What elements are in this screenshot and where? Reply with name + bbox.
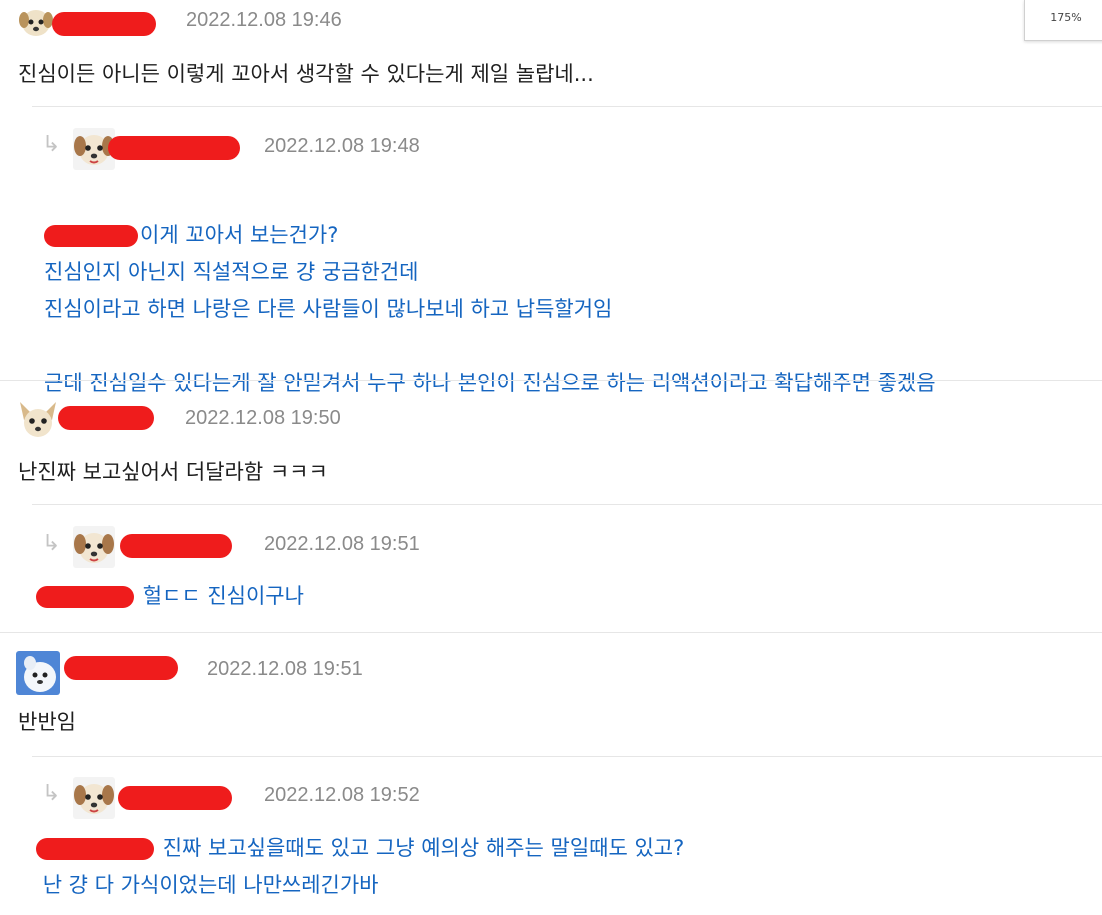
author-name-redacted[interactable]: [64, 656, 178, 680]
white-dog-avatar-icon[interactable]: [16, 651, 60, 695]
divider: [0, 380, 1102, 381]
comment-timestamp: 2022.12.08 19:52: [264, 784, 420, 806]
reply-text: 진짜 보고싶을때도 있고 그냥 예의상 해주는 말일때도 있고? 난 걍 다 가…: [36, 830, 684, 904]
reply-line: 헐ㄷㄷ 진심이구나: [142, 584, 304, 608]
reply-arrow-icon: ↳: [42, 781, 61, 806]
divider: [32, 504, 1102, 505]
reply-line: 진심이라고 하면 나랑은 다른 사람들이 많나보네 하고 납득할거임: [44, 297, 613, 321]
comment-text: 진심이든 아니든 이렇게 꼬아서 생각할 수 있다는게 제일 놀랍네...: [18, 62, 594, 86]
reply-arrow-icon: ↳: [42, 132, 61, 157]
reply-text: 이게 꼬아서 보는건가? 진심인지 아닌지 직설적으로 걍 궁금한건데 진심이라…: [44, 180, 936, 402]
comment-timestamp: 2022.12.08 19:48: [264, 135, 420, 157]
comment-text: 난진짜 보고싶어서 더달라함 ㅋㅋㅋ: [18, 460, 328, 484]
comment-timestamp: 2022.12.08 19:51: [264, 533, 420, 555]
comment-timestamp: 2022.12.08 19:46: [186, 9, 342, 31]
mention-redacted: [36, 838, 154, 860]
comment-timestamp: 2022.12.08 19:51: [207, 658, 363, 680]
reply-line: 진짜 보고싶을때도 있고 그냥 예의상 해주는 말일때도 있고?: [162, 836, 685, 860]
author-name-redacted[interactable]: [58, 406, 154, 430]
author-name-redacted[interactable]: [52, 12, 156, 36]
mention-redacted: [44, 225, 138, 247]
puppy-avatar-icon[interactable]: [73, 777, 115, 819]
reply-line: 이게 꼬아서 보는건가?: [140, 223, 339, 247]
reply-arrow-icon: ↳: [42, 531, 61, 556]
divider: [32, 756, 1102, 757]
author-name-redacted[interactable]: [120, 534, 232, 558]
author-name-redacted[interactable]: [118, 786, 232, 810]
reply-line: 난 걍 다 가식이었는데 나만쓰레긴가바: [42, 873, 379, 897]
author-name-redacted[interactable]: [108, 136, 240, 160]
reply-line: 진심인지 아닌지 직설적으로 걍 궁금한건데: [44, 260, 419, 284]
comment-text: 반반임: [18, 710, 76, 734]
reply-line: 근데 진심일수 있다는게 잘 안믿겨서 누구 하나 본인이 진심으로 하는 리액…: [44, 371, 936, 395]
divider: [32, 106, 1102, 107]
zoom-level-badge: 175%: [1024, 0, 1102, 41]
reply-text: 헐ㄷㄷ 진심이구나: [36, 578, 304, 615]
comment-timestamp: 2022.12.08 19:50: [185, 407, 341, 429]
puppy-avatar-icon[interactable]: [18, 4, 54, 40]
divider: [0, 632, 1102, 633]
puppy-avatar-icon[interactable]: [73, 526, 115, 568]
mention-redacted: [36, 586, 134, 608]
chihuahua-avatar-icon[interactable]: [16, 398, 60, 442]
